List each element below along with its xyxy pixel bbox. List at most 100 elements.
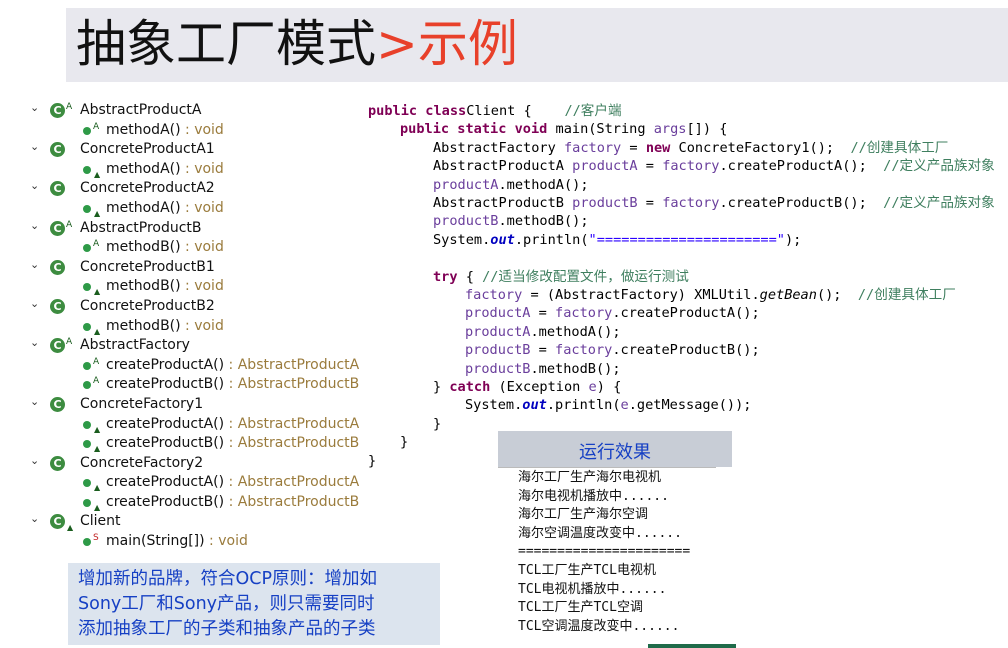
method-node[interactable]: AcreateProductA() : AbstractProductA (28, 356, 360, 376)
chevron-down-icon[interactable]: ⌄ (30, 294, 39, 314)
chevron-down-icon[interactable]: ⌄ (30, 255, 39, 275)
method-node[interactable]: ▲ createProductA() : AbstractProductA (28, 473, 359, 493)
method-icon (83, 538, 91, 547)
code-token: "======================" (588, 231, 785, 248)
method-return-type: : void (180, 199, 224, 216)
code-token: out (490, 231, 515, 248)
code-token: e (588, 379, 597, 395)
chevron-down-icon[interactable]: ⌄ (30, 176, 39, 196)
method-label: methodA() : void (106, 160, 224, 180)
method-node[interactable]: ▲ createProductB() : AbstractProductB (28, 493, 359, 513)
code-token: .getMessage()); (628, 397, 752, 414)
class-icon: C (50, 259, 65, 275)
method-node[interactable]: ▲ methodB() : void (28, 317, 358, 337)
chevron-down-icon[interactable]: ⌄ (30, 451, 39, 471)
result-line: TCL工厂生产TCL电视机 (518, 563, 656, 578)
method-node[interactable]: AmethodB() : void (28, 238, 358, 258)
result-line: TCL空调温度改变中...... (518, 618, 680, 634)
code-token: .createProductA(); (719, 158, 884, 175)
class-icon: C (50, 220, 65, 236)
code-token: new (645, 139, 671, 156)
code-token: .methodB(); (530, 360, 621, 377)
method-node[interactable]: ▲ createProductB() : AbstractProductB (28, 434, 359, 454)
code-token: .createProductA(); (612, 305, 760, 322)
method-node[interactable]: AcreateProductB() : AbstractProductB (28, 375, 359, 395)
method-return-type: : void (180, 160, 224, 177)
chevron-down-icon[interactable]: ⌄ (30, 216, 39, 236)
class-node[interactable]: ⌄ C ConcreteFactory1 (28, 395, 358, 415)
class-icon: C (50, 514, 65, 530)
code-token: factory (465, 287, 523, 303)
code-line: System.out.println(e.getMessage()); (465, 396, 751, 414)
code-token: .println( (546, 397, 621, 414)
method-icon (83, 244, 91, 253)
class-node[interactable]: ⌄ C ConcreteProductB2 (28, 297, 358, 317)
method-node[interactable]: ▲ methodA() : void (28, 199, 358, 219)
footer-bar (648, 644, 736, 648)
method-return-type: : AbstractProductB (224, 493, 360, 510)
code-token: System. (465, 397, 523, 414)
class-node[interactable]: ⌄ C A AbstractProductB (28, 219, 358, 239)
code-token: { (457, 268, 483, 285)
method-label: createProductA() : AbstractProductA (106, 473, 359, 493)
method-signature: methodA() (106, 199, 181, 216)
method-node[interactable]: AmethodA() : void (28, 121, 358, 141)
class-node[interactable]: ⌄ C A AbstractProductA (28, 101, 358, 121)
code-token: args (653, 121, 687, 138)
class-icon: C (50, 298, 65, 314)
chevron-down-icon[interactable]: ⌄ (30, 98, 39, 118)
chevron-down-icon[interactable]: ⌄ (30, 333, 39, 353)
method-return-type: : void (180, 317, 224, 334)
code-token: productA (572, 158, 638, 175)
code-token: } (368, 452, 377, 469)
code-token: } (433, 415, 442, 432)
code-token: .methodA(); (498, 176, 589, 193)
code-token: AbstractProductA (433, 158, 573, 175)
chevron-down-icon[interactable]: ⌄ (30, 509, 39, 529)
class-node[interactable]: ⌄ C ConcreteProductB1 (28, 258, 358, 278)
method-label: createProductA() : AbstractProductA (106, 415, 359, 435)
method-label: createProductB() : AbstractProductB (106, 493, 359, 513)
class-node[interactable]: ⌄ C ConcreteProductA1 (28, 140, 358, 160)
chevron-down-icon[interactable]: ⌄ (30, 392, 39, 412)
method-icon (83, 479, 91, 488)
code-token: public static void (400, 121, 548, 138)
code-token: try (433, 268, 458, 285)
method-node[interactable]: Smain(String[]) : void (28, 532, 358, 552)
method-signature: createProductB() (106, 435, 225, 452)
class-label: ConcreteProductB2 (80, 297, 215, 314)
method-return-type: : AbstractProductA (224, 356, 360, 373)
code-token: = (637, 158, 663, 175)
code-token: System. (433, 231, 491, 248)
class-node[interactable]: ⌄ C ▲ Client (28, 512, 358, 532)
code-token: = (621, 139, 646, 156)
class-node[interactable]: ⌄ C ConcreteFactory2 (28, 454, 358, 474)
class-node[interactable]: ⌄ C ConcreteProductA2 (28, 179, 358, 199)
method-icon (83, 361, 91, 370)
class-icon: C (50, 142, 65, 158)
code-token: ConcreteFactory1(); (670, 139, 851, 156)
note-box: 增加新的品牌，符合OCP原则：增加如 Sony工厂和Sony产品，则只需要同时 … (68, 563, 440, 645)
class-node[interactable]: ⌄ C A AbstractFactory (28, 336, 358, 356)
method-node[interactable]: ▲ createProductA() : AbstractProductA (28, 415, 359, 435)
code-token: productB (572, 195, 638, 211)
code-line: public classClient { //客户端 (368, 102, 622, 120)
abstract-modifier-icon: A (93, 239, 100, 250)
page-title: 抽象工厂模式>示例 (76, 14, 518, 74)
method-label: methodB() : void (106, 238, 224, 258)
class-label: ConcreteProductA2 (80, 180, 215, 197)
method-icon (83, 381, 91, 390)
code-line: System.out.println("====================… (433, 231, 801, 249)
result-line: 海尔电视机播放中...... (518, 488, 669, 504)
code-line: } (400, 433, 408, 451)
code-token: factory (563, 139, 622, 156)
code-token: factory (662, 195, 720, 211)
class-icon: C (50, 181, 65, 197)
method-node[interactable]: ▲ methodB() : void (28, 277, 358, 297)
method-node[interactable]: ▲ methodA() : void (28, 160, 358, 180)
abstract-modifier-icon: A (93, 356, 100, 367)
code-token: []) { (686, 121, 728, 138)
code-token: productA (433, 176, 499, 193)
chevron-down-icon[interactable]: ⌄ (30, 137, 39, 157)
code-line: AbstractProductA productA = factory.crea… (433, 157, 995, 175)
